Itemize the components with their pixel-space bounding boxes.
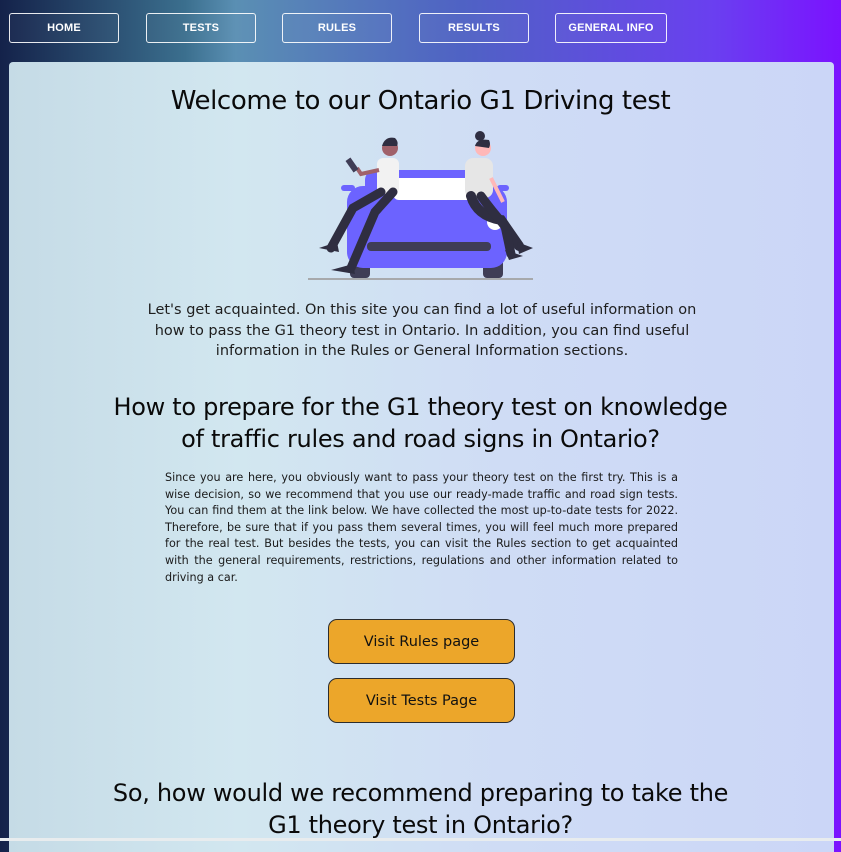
nav-rules-button[interactable]: RULES xyxy=(282,13,392,43)
nav-results-button[interactable]: RESULTS xyxy=(419,13,529,43)
nav-home-button[interactable]: HOME xyxy=(9,13,119,43)
prepare-heading: How to prepare for the G1 theory test on… xyxy=(113,393,728,453)
page-title: Welcome to our Ontario G1 Driving test xyxy=(170,86,671,116)
nav-general-info-button[interactable]: GENERAL INFO xyxy=(555,13,667,43)
intro-paragraph: Let's get acquainted. On this site you c… xyxy=(147,302,697,359)
prepare-paragraph: Since you are here, you obviously want t… xyxy=(165,471,678,584)
recommend-heading: So, how would we recommend preparing to … xyxy=(112,779,729,839)
nav-tests-button[interactable]: TESTS xyxy=(146,13,256,43)
top-navigation: HOME TESTS RULES RESULTS GENERAL INFO xyxy=(0,0,841,62)
visit-tests-button[interactable]: Visit Tests Page xyxy=(328,678,515,723)
people-with-car-illustration xyxy=(308,131,533,280)
visit-rules-button[interactable]: Visit Rules page xyxy=(328,619,515,664)
